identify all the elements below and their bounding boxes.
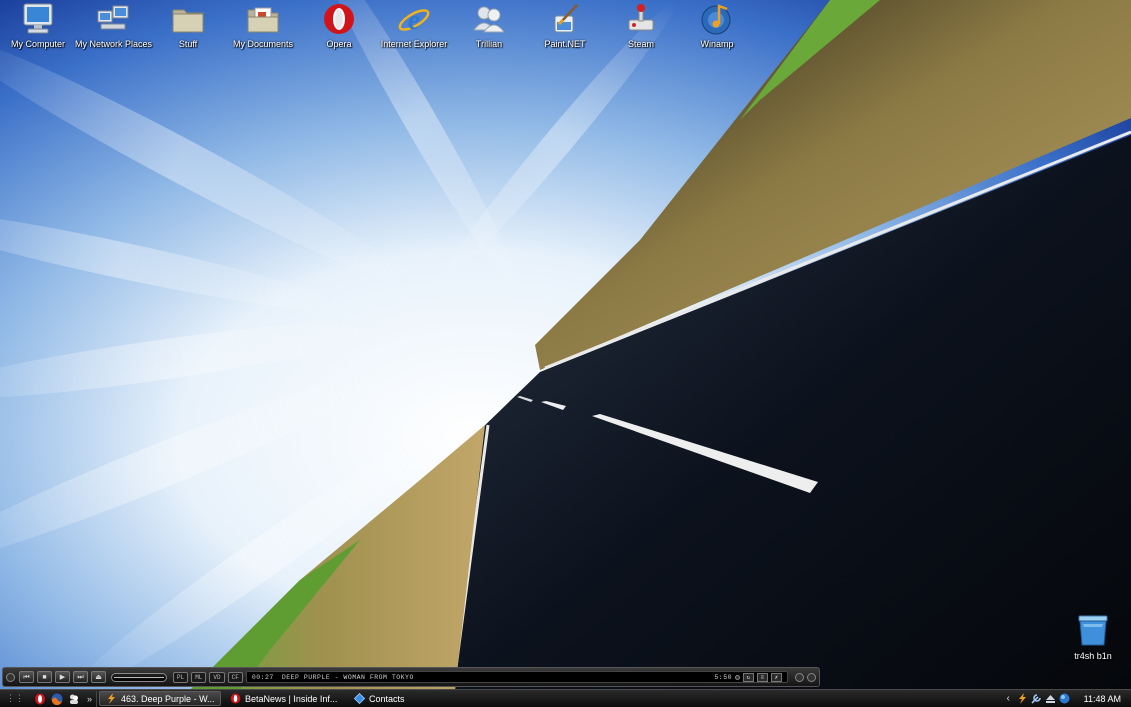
desktop-icon-internet-explorer[interactable]: e Internet Explorer bbox=[376, 2, 452, 50]
winamp-player-bar: ⏮ ■ ▶ ⏭ ⏏ PL ML VD CF 00:27 DEEP PURPLE … bbox=[2, 667, 820, 687]
computer-icon bbox=[23, 3, 53, 34]
system-tray: ‹ 11:48 AM bbox=[1000, 690, 1131, 707]
desktop-icon-opera[interactable]: Opera bbox=[301, 2, 377, 50]
winamp-elapsed-time: 00:27 bbox=[251, 673, 274, 681]
quick-launch-overflow-icon[interactable]: » bbox=[87, 694, 92, 704]
desktop-icon-label: My Documents bbox=[232, 39, 294, 49]
internet-explorer-icon: e bbox=[398, 5, 430, 36]
taskbar-clock[interactable]: 11:48 AM bbox=[1084, 694, 1121, 704]
winamp-menu-button[interactable] bbox=[6, 672, 15, 682]
steam-icon bbox=[628, 4, 654, 31]
firefox-quicklaunch-icon[interactable] bbox=[51, 693, 63, 705]
desktop-icon-label: My Computer bbox=[10, 39, 65, 49]
desktop-icon-my-documents[interactable]: My Documents bbox=[225, 2, 301, 50]
desktop-icon-label: Winamp bbox=[700, 39, 734, 49]
documents-folder-icon bbox=[247, 7, 279, 33]
desktop-icon-label: Paint.NET bbox=[544, 39, 586, 49]
desktop-icon-paint-net[interactable]: Paint.NET bbox=[527, 2, 603, 50]
eject-tray-icon[interactable] bbox=[1045, 693, 1056, 704]
winamp-eq-icon[interactable]: ≡ bbox=[757, 672, 768, 682]
desktop-icon-label: Steam bbox=[627, 39, 654, 49]
desktop-icon-label: Opera bbox=[326, 39, 352, 49]
winamp-song-display[interactable]: 00:27 DEEP PURPLE - WOMAN FROM TOKYO 5:5… bbox=[245, 671, 788, 683]
task-label: 463. Deep Purple - W... bbox=[121, 693, 215, 704]
network-places-icon bbox=[97, 5, 129, 30]
folder-icon bbox=[172, 9, 204, 33]
tools-tray-icon[interactable] bbox=[1031, 693, 1042, 704]
desktop-icon-label: tr4sh b1n bbox=[1074, 651, 1112, 661]
trillian-icon bbox=[473, 6, 505, 33]
desktop-icon-my-computer[interactable]: My Computer bbox=[0, 2, 76, 50]
quick-launch: » bbox=[30, 690, 98, 707]
winamp-eject-button[interactable]: ⏏ bbox=[91, 671, 106, 683]
taskbar: ⋮⋮ » 463. Deep Purple - W... BetaNews | … bbox=[0, 689, 1131, 707]
winamp-volume-slider[interactable] bbox=[111, 672, 167, 682]
recycle-bin-icon bbox=[1078, 615, 1108, 646]
task-label: BetaNews | Inside Inf... bbox=[245, 693, 338, 704]
winamp-icon bbox=[701, 4, 731, 35]
desktop-icon-stuff[interactable]: Stuff bbox=[150, 2, 226, 50]
task-betanews[interactable]: BetaNews | Inside Inf... bbox=[223, 691, 345, 706]
svg-text:e: e bbox=[408, 5, 420, 36]
winamp-prev-button[interactable]: ⏮ bbox=[19, 671, 34, 683]
winamp-minimize-button[interactable] bbox=[795, 672, 804, 682]
winamp-play-button[interactable]: ▶ bbox=[55, 671, 70, 683]
winamp-tray-icon[interactable] bbox=[1017, 693, 1028, 704]
opera-quicklaunch-icon[interactable] bbox=[34, 693, 46, 705]
desktop-icon-label: Stuff bbox=[178, 39, 198, 49]
winamp-library-toggle[interactable]: ML bbox=[191, 671, 207, 683]
paint-net-icon bbox=[554, 4, 578, 33]
desktop-icon-label: Trillian bbox=[475, 39, 503, 49]
winamp-repeat-icon[interactable]: ↻ bbox=[743, 672, 754, 682]
desktop-icon-my-network-places[interactable]: My Network Places bbox=[75, 2, 153, 50]
start-button[interactable]: ⋮⋮ bbox=[0, 691, 30, 707]
winamp-playlist-toggle[interactable]: PL bbox=[173, 671, 189, 683]
winamp-video-toggle[interactable]: VD bbox=[209, 671, 225, 683]
tray-expand-icon[interactable]: ‹ bbox=[1003, 693, 1014, 704]
opera-icon bbox=[230, 693, 241, 704]
task-winamp[interactable]: 463. Deep Purple - W... bbox=[99, 691, 222, 706]
contacts-icon bbox=[354, 693, 366, 704]
winamp-close-button[interactable] bbox=[807, 672, 816, 682]
opera-icon bbox=[324, 4, 354, 34]
winamp-stop-button[interactable]: ■ bbox=[37, 671, 52, 683]
winamp-next-button[interactable]: ⏭ bbox=[73, 671, 88, 683]
desktop-icon-trillian[interactable]: Trillian bbox=[451, 2, 527, 50]
messenger-quicklaunch-icon[interactable] bbox=[68, 693, 80, 705]
desktop-icon-trash[interactable]: tr4sh b1n bbox=[1055, 612, 1131, 662]
desktop-icon-label: Internet Explorer bbox=[380, 39, 448, 49]
desktop-icon-steam[interactable]: Steam bbox=[603, 2, 679, 50]
winamp-shuffle-icon[interactable]: ✗ bbox=[771, 672, 782, 682]
winamp-track-duration: 5:50 bbox=[714, 673, 732, 681]
winamp-dot-button[interactable] bbox=[735, 674, 740, 680]
start-grip-icon: ⋮⋮ bbox=[6, 693, 24, 703]
desktop-icon-winamp[interactable]: Winamp bbox=[679, 2, 755, 50]
task-contacts[interactable]: Contacts bbox=[347, 691, 467, 706]
winamp-bolt-icon bbox=[106, 693, 117, 704]
desktop-icon-label: My Network Places bbox=[75, 39, 153, 49]
winamp-config-toggle[interactable]: CF bbox=[227, 671, 243, 683]
task-label: Contacts bbox=[369, 693, 405, 704]
winamp-track-title: DEEP PURPLE - WOMAN FROM TOKYO bbox=[281, 673, 414, 681]
network-tray-icon[interactable] bbox=[1059, 693, 1070, 704]
desktop-wallpaper bbox=[0, 0, 1131, 707]
